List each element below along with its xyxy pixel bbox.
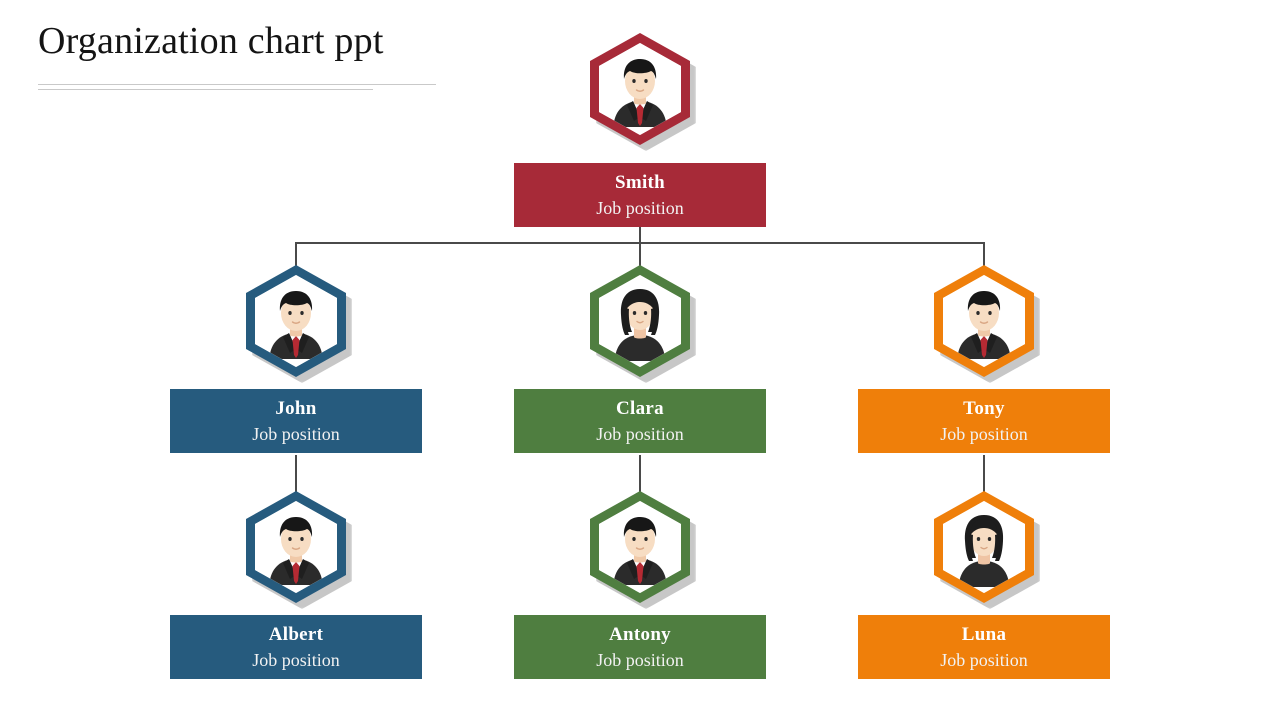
slide-canvas: Organization chart ppt Smith Job positio… [0, 0, 1280, 720]
org-node-clara[interactable]: Clara Job position [514, 265, 766, 453]
node-role: Job position [596, 198, 684, 218]
avatar-hexagon-luna [934, 491, 1040, 609]
node-role: Job position [252, 424, 340, 444]
org-node-antony[interactable]: Antony Job position [514, 491, 766, 679]
node-name: Clara [616, 398, 664, 419]
avatar-hexagon-albert [246, 491, 352, 609]
node-label-bar: Luna Job position [858, 615, 1110, 679]
node-role: Job position [940, 424, 1028, 444]
node-label-bar: Antony Job position [514, 615, 766, 679]
node-label-bar: Smith Job position [514, 163, 766, 227]
node-role: Job position [596, 424, 684, 444]
node-name: Luna [961, 624, 1007, 645]
node-role: Job position [596, 650, 684, 670]
node-label-bar: John Job position [170, 389, 422, 453]
node-role: Job position [252, 650, 340, 670]
title-divider-bottom [38, 89, 373, 90]
node-name: Antony [609, 624, 671, 645]
avatar-hexagon-tony [934, 265, 1040, 383]
node-name: John [275, 398, 317, 419]
org-node-tony[interactable]: Tony Job position [858, 265, 1110, 453]
node-name: Tony [963, 398, 1005, 419]
title-divider-top [38, 84, 436, 85]
avatar-hexagon-clara [590, 265, 696, 383]
node-label-bar: Albert Job position [170, 615, 422, 679]
avatar-hexagon-smith [590, 33, 696, 151]
org-node-john[interactable]: John Job position [170, 265, 422, 453]
org-node-luna[interactable]: Luna Job position [858, 491, 1110, 679]
avatar-hexagon-antony [590, 491, 696, 609]
node-label-bar: Tony Job position [858, 389, 1110, 453]
org-node-albert[interactable]: Albert Job position [170, 491, 422, 679]
node-name: Albert [268, 624, 324, 645]
org-node-smith[interactable]: Smith Job position [514, 33, 766, 227]
node-name: Smith [614, 172, 666, 193]
node-role: Job position [940, 650, 1028, 670]
avatar-hexagon-john [246, 265, 352, 383]
connector-smith-down [639, 226, 641, 243]
node-label-bar: Clara Job position [514, 389, 766, 453]
